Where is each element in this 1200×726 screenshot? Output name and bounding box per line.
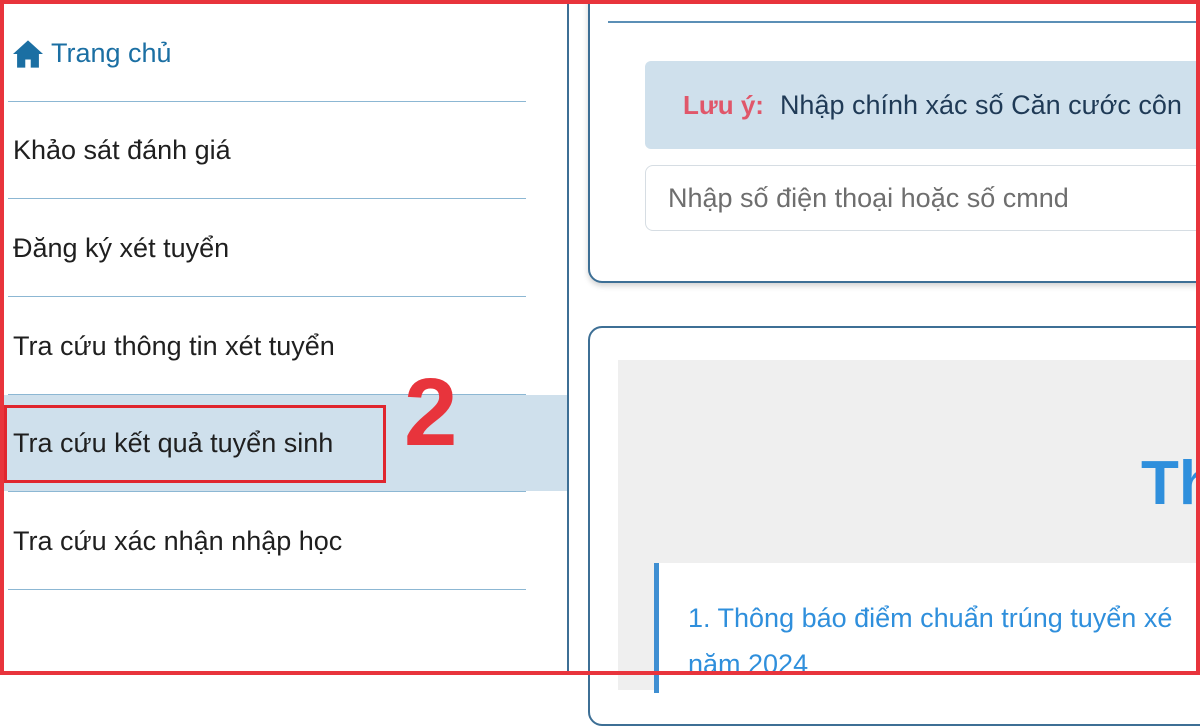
sidebar-item-label: Tra cứu thông tin xét tuyển — [13, 331, 335, 361]
announcement-line: 1. Thông báo điểm chuẩn trúng tuyển xé — [688, 603, 1173, 633]
highlight-box — [4, 405, 386, 483]
home-icon — [13, 39, 43, 68]
sidebar-item-survey[interactable]: Khảo sát đánh giá — [8, 103, 526, 199]
sidebar-item-label: Đăng ký xét tuyển — [13, 233, 230, 263]
notice-banner: Lưu ý: Nhập chính xác số Căn cước côn — [645, 61, 1200, 149]
sidebar-item-label: Trang chủ — [51, 38, 172, 68]
sidebar-nav: Trang chủ Khảo sát đánh giá Đăng ký xét … — [0, 0, 568, 675]
notice-text: Nhập chính xác số Căn cước côn — [779, 89, 1182, 120]
card-divider — [608, 21, 1200, 23]
panel-heading: Th — [1141, 449, 1200, 518]
sidebar-item-label: Tra cứu xác nhận nhập học — [13, 526, 343, 556]
sidebar-divider — [567, 0, 569, 675]
sidebar-item-enrollment-confirmation[interactable]: Tra cứu xác nhận nhập học — [8, 494, 526, 590]
search-input[interactable] — [645, 165, 1200, 231]
sidebar-item-home[interactable]: Trang chủ — [8, 6, 526, 102]
step-number-label: 2 — [404, 359, 458, 466]
sidebar-item-register[interactable]: Đăng ký xét tuyển — [8, 201, 526, 297]
announcement-line: năm 2024 — [688, 649, 809, 679]
announcement-link[interactable]: 1. Thông báo điểm chuẩn trúng tuyển xé n… — [688, 595, 1200, 687]
notice-label: Lưu ý: — [683, 89, 764, 120]
sidebar-item-label: Khảo sát đánh giá — [13, 135, 231, 165]
